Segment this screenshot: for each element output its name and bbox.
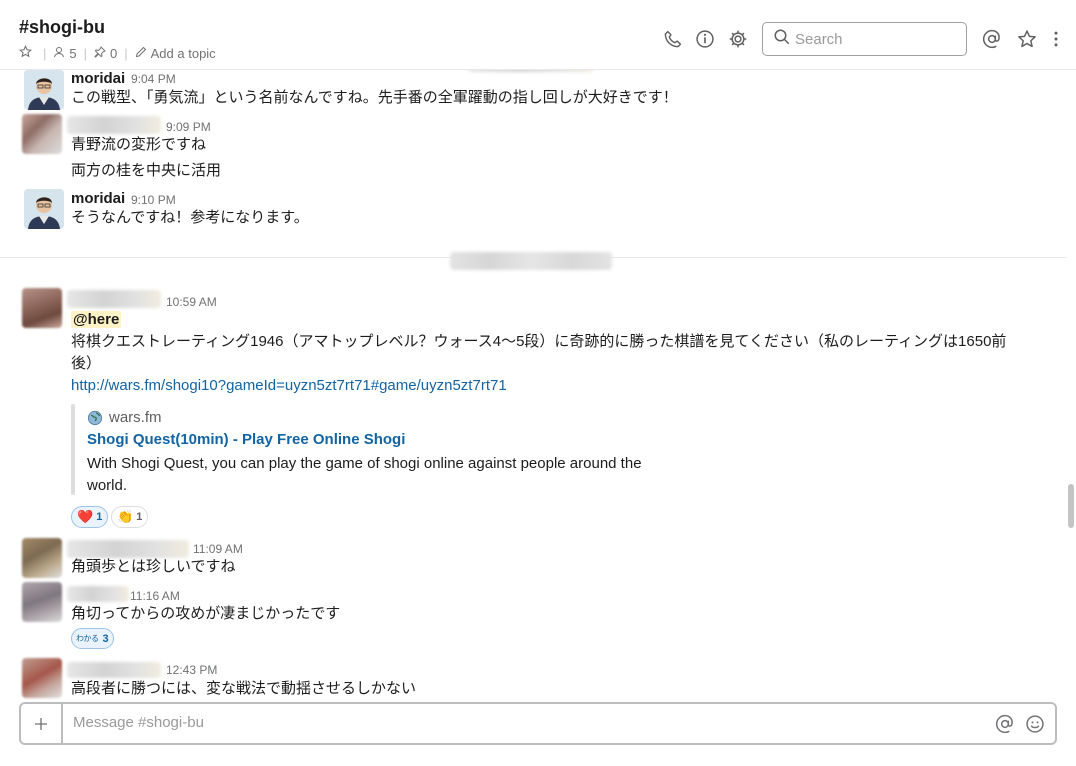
avatar[interactable] (22, 288, 62, 328)
channel-header: #shogi-bu | 5 | 0 | Add a topic (0, 0, 1076, 70)
message-author[interactable]: moridai (71, 70, 125, 87)
here-mention[interactable]: @here (71, 311, 122, 328)
meta-divider: | (83, 45, 88, 61)
search-icon (773, 28, 791, 51)
message-time[interactable]: 9:10 PM (131, 193, 176, 207)
more-options-icon[interactable] (1045, 28, 1067, 50)
globe-icon (87, 410, 103, 426)
message-time[interactable]: 11:09 AM (193, 542, 243, 556)
search-input[interactable] (795, 30, 955, 48)
message-list[interactable]: moridai 9:04 PM この戦型、「勇気流」という名前なんですね。先手番… (0, 70, 1066, 700)
message-link[interactable]: http://wars.fm/shogi10?gameId=uyzn5zt7rt… (71, 377, 507, 394)
attachment-source: wars.fm (87, 409, 162, 426)
message-author[interactable]: moridai (71, 190, 125, 207)
message-text: そうなんですね！参考になります。 (71, 209, 309, 226)
member-count[interactable]: 5 (69, 46, 76, 61)
message-time[interactable]: 9:09 PM (166, 120, 211, 134)
scrollbar-thumb[interactable] (1068, 484, 1074, 528)
mention-line: @here (71, 309, 122, 331)
redacted-author (67, 290, 161, 308)
attachment-bar (71, 404, 75, 495)
avatar[interactable] (22, 658, 62, 698)
add-topic-label: Add a topic (150, 45, 216, 61)
plus-icon (33, 716, 49, 732)
pencil-icon (135, 46, 147, 61)
reaction-count: 3 (102, 632, 109, 645)
redacted-author (67, 586, 129, 602)
message-input[interactable] (73, 714, 973, 731)
reaction-count: 1 (136, 511, 143, 523)
message-text: 高段者に勝つには、変な戦法で動揺させるしかない (71, 680, 417, 697)
message-text: 角頭歩とは珍しいですね (71, 558, 236, 575)
pin-icon[interactable] (94, 45, 106, 61)
starred-icon[interactable] (1016, 28, 1038, 50)
mention-icon[interactable] (994, 713, 1016, 735)
avatar[interactable] (24, 189, 64, 229)
meta-divider: | (124, 45, 128, 61)
attachment-title[interactable]: Shogi Quest(10min) - Play Free Online Sh… (87, 431, 405, 448)
scrollbar[interactable] (1066, 70, 1076, 700)
reaction-heart[interactable]: ❤️ 1 (71, 506, 109, 528)
pin-count[interactable]: 0 (110, 46, 117, 61)
search-box[interactable] (762, 22, 967, 56)
call-icon[interactable] (661, 28, 683, 50)
message-time[interactable]: 11:16 AM (130, 589, 180, 603)
attachment-site-name: wars.fm (109, 409, 162, 426)
mentions-icon[interactable] (981, 28, 1003, 50)
avatar[interactable] (22, 538, 62, 578)
reaction-wakaru[interactable]: わかる 3 (71, 628, 114, 649)
message-time[interactable]: 10:59 AM (166, 295, 217, 309)
heart-icon: ❤️ (77, 509, 94, 524)
info-icon[interactable] (694, 28, 716, 50)
star-icon[interactable] (18, 45, 33, 61)
message-text: 両方の桂を中央に活用 (71, 162, 222, 179)
attach-button[interactable] (21, 704, 63, 743)
channel-title[interactable]: #shogi-bu (19, 17, 105, 38)
attachment-description: With Shogi Quest, you can play the game … (87, 455, 642, 494)
message-text: 角切ってからの攻めが凄まじかったです (71, 605, 341, 622)
meta-divider: | (43, 45, 47, 61)
clap-icon: 👏 (117, 509, 134, 524)
reaction-clap[interactable]: 👏 1 (111, 506, 149, 528)
channel-meta: | 5 | 0 | Add a topic (18, 45, 216, 61)
wakaru-icon: わかる (76, 634, 99, 643)
redacted-date-label (450, 252, 612, 270)
message-text: 将棋クエストレーティング1946（アマトップレベル？ウォース4〜5段）に奇跡的に… (71, 333, 1007, 372)
redacted-author (67, 116, 161, 134)
gear-icon[interactable] (727, 28, 749, 50)
redacted-author (67, 662, 161, 678)
reaction-count: 1 (96, 511, 103, 523)
message-text: 青野流の変形ですね (71, 136, 207, 153)
member-icon[interactable] (53, 46, 65, 61)
message-text: この戦型、「勇気流」という名前なんですね。先手番の全軍躍動の指し回しが大好きです… (71, 89, 678, 106)
avatar[interactable] (24, 70, 64, 110)
message-time[interactable]: 9:04 PM (131, 72, 176, 86)
message-time[interactable]: 12:43 PM (166, 663, 217, 677)
redacted-date-divider (468, 70, 594, 72)
add-topic-button[interactable]: Add a topic (135, 46, 216, 61)
avatar[interactable] (22, 114, 62, 154)
emoji-icon[interactable] (1024, 713, 1046, 735)
message-composer[interactable] (19, 702, 1057, 745)
avatar[interactable] (22, 582, 62, 622)
